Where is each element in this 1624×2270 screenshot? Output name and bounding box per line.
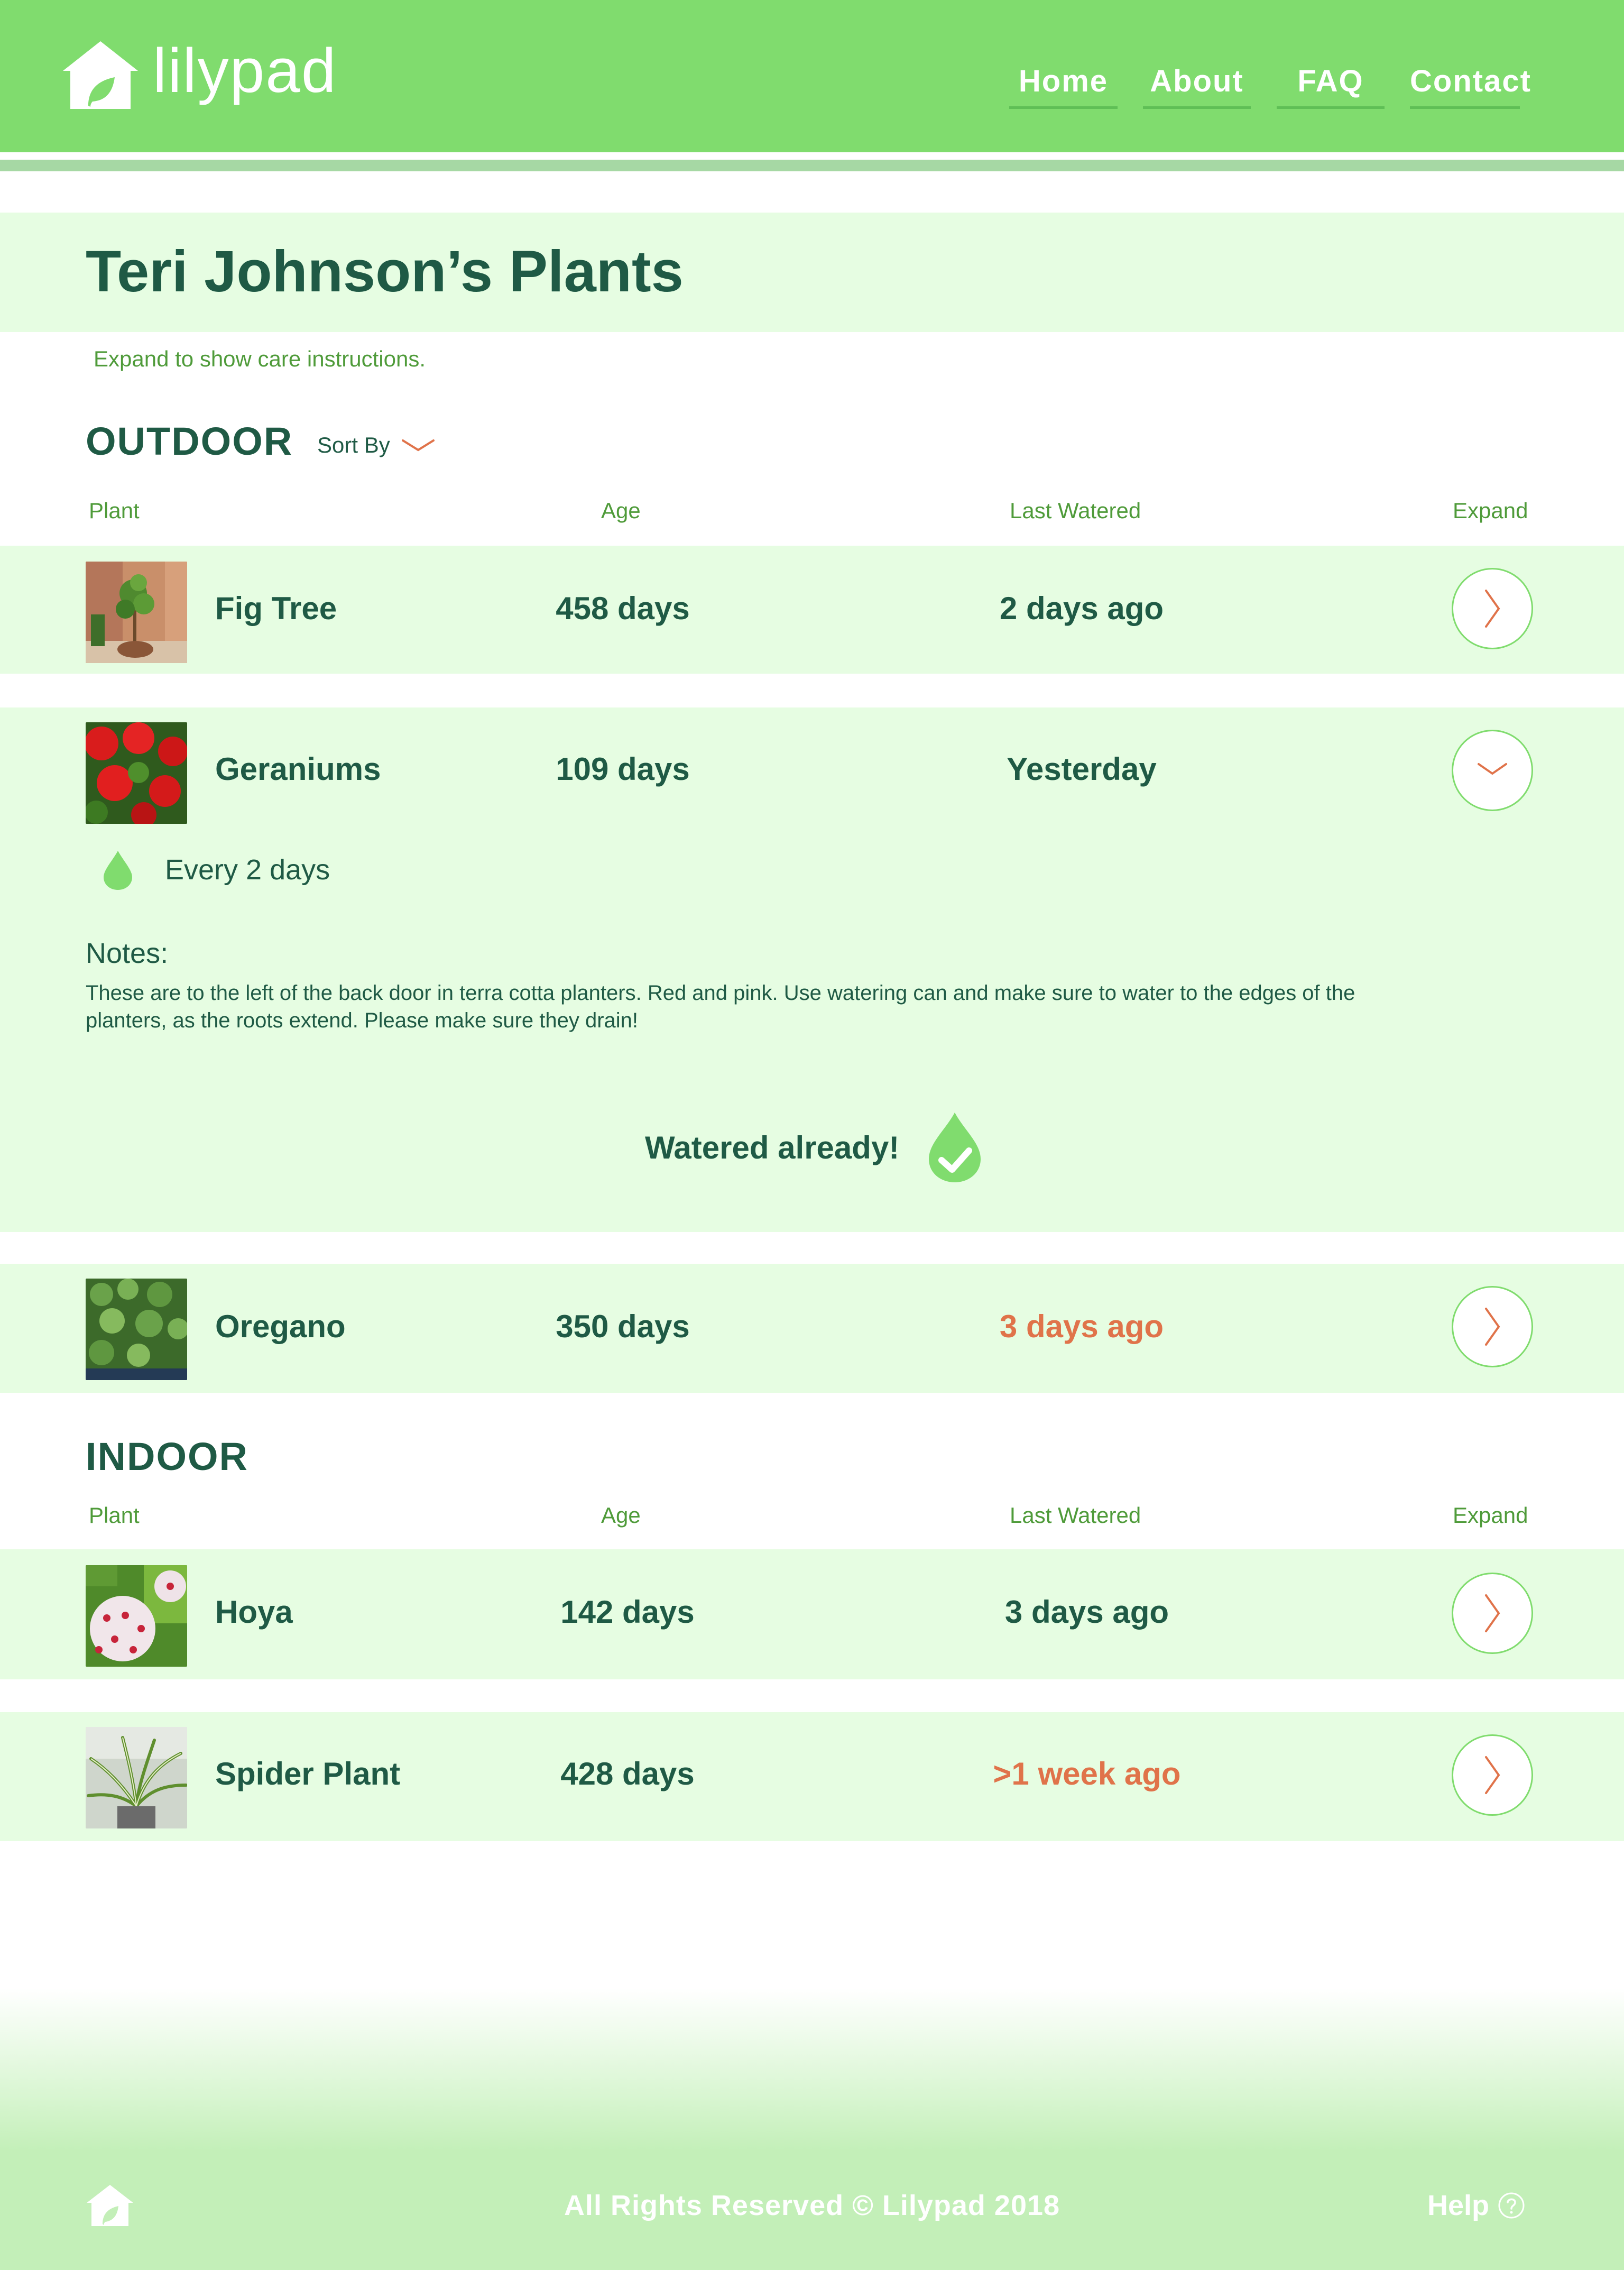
section-title-outdoor: OUTDOOR [86, 419, 293, 463]
water-drop-check-icon [929, 1113, 981, 1182]
nav-faq[interactable]: FAQ [1277, 63, 1385, 109]
watered-status[interactable]: Watered already! [645, 1110, 984, 1184]
footer [0, 1988, 1624, 2270]
top-bar: lilypad Home About FAQ Contact [0, 0, 1624, 152]
notes-text: These are to the left of the back door i… [86, 981, 1355, 1032]
nav-about[interactable]: About [1143, 63, 1251, 109]
plant-photo-spider-plant [86, 1727, 187, 1828]
watering-frequency-text: Every 2 days [165, 854, 330, 886]
nav-contact[interactable]: Contact [1410, 63, 1530, 109]
logo[interactable]: lilypad [61, 37, 337, 111]
expand-button-oregano[interactable] [1452, 1286, 1533, 1367]
chevron-down-icon [1478, 763, 1507, 775]
help-label: Help [1427, 2190, 1490, 2221]
chevron-right-icon [1485, 1308, 1500, 1346]
col-head-plant: Plant [89, 1503, 140, 1528]
plant-name: Hoya [215, 1594, 293, 1630]
footer-copyright: All Rights Reserved © Lilypad 2018 [564, 2190, 1060, 2221]
plant-age: 109 days [556, 751, 690, 787]
plant-name: Oregano [215, 1309, 346, 1344]
chevron-down-icon [401, 439, 435, 452]
chevron-right-icon [1485, 1594, 1500, 1632]
plant-photo-fig-tree [86, 562, 187, 663]
plant-last-watered: 2 days ago [999, 591, 1164, 626]
plant-age: 428 days [560, 1756, 695, 1791]
care-hint: Expand to show care instructions. [94, 346, 426, 371]
chevron-right-icon [1485, 590, 1500, 628]
collapse-button-geraniums[interactable] [1452, 730, 1533, 811]
col-head-age: Age [601, 1503, 641, 1528]
col-head-last-watered: Last Watered [1010, 498, 1141, 523]
col-head-expand: Expand [1453, 498, 1528, 523]
plant-last-watered: >1 week ago [993, 1756, 1181, 1791]
house-logo-icon [63, 41, 138, 109]
chevron-right-icon [1485, 1756, 1500, 1794]
plant-last-watered: 3 days ago [999, 1309, 1164, 1344]
watering-frequency: Every 2 days [100, 849, 330, 891]
col-head-expand: Expand [1453, 1503, 1528, 1528]
plant-age: 142 days [560, 1594, 695, 1630]
watered-status-text: Watered already! [645, 1129, 900, 1165]
plant-last-watered: Yesterday [1007, 751, 1157, 787]
expand-button-hoya[interactable] [1452, 1573, 1533, 1654]
plant-age: 458 days [556, 591, 690, 626]
header-divider-accent [0, 160, 1624, 171]
nav-home[interactable]: Home [1009, 63, 1118, 109]
question-circle-icon [1498, 2192, 1525, 2219]
col-head-last-watered: Last Watered [1010, 1503, 1141, 1528]
plant-photo-geraniums [86, 722, 187, 824]
sort-by-dropdown[interactable]: Sort By [317, 433, 435, 458]
page-title: Teri Johnson’s Plants [86, 239, 684, 304]
expand-button-spider-plant[interactable] [1452, 1734, 1533, 1816]
plant-last-watered: 3 days ago [1004, 1594, 1169, 1630]
col-head-age: Age [601, 498, 641, 523]
col-head-plant: Plant [89, 498, 140, 523]
notes-label: Notes: [86, 938, 169, 969]
plant-photo-hoya [86, 1565, 187, 1667]
help-link[interactable]: Help [1427, 2189, 1525, 2222]
water-drop-icon [104, 851, 132, 890]
plant-name: Spider Plant [215, 1756, 401, 1791]
logo-text: lilypad [153, 36, 337, 106]
plant-name: Fig Tree [215, 591, 337, 626]
plant-photo-oregano [86, 1279, 187, 1380]
section-title-indoor: INDOOR [86, 1435, 248, 1478]
sort-by-label: Sort By [317, 433, 390, 457]
plant-age: 350 days [556, 1309, 690, 1344]
expand-button-fig-tree[interactable] [1452, 568, 1533, 649]
plant-name: Geraniums [215, 751, 381, 787]
